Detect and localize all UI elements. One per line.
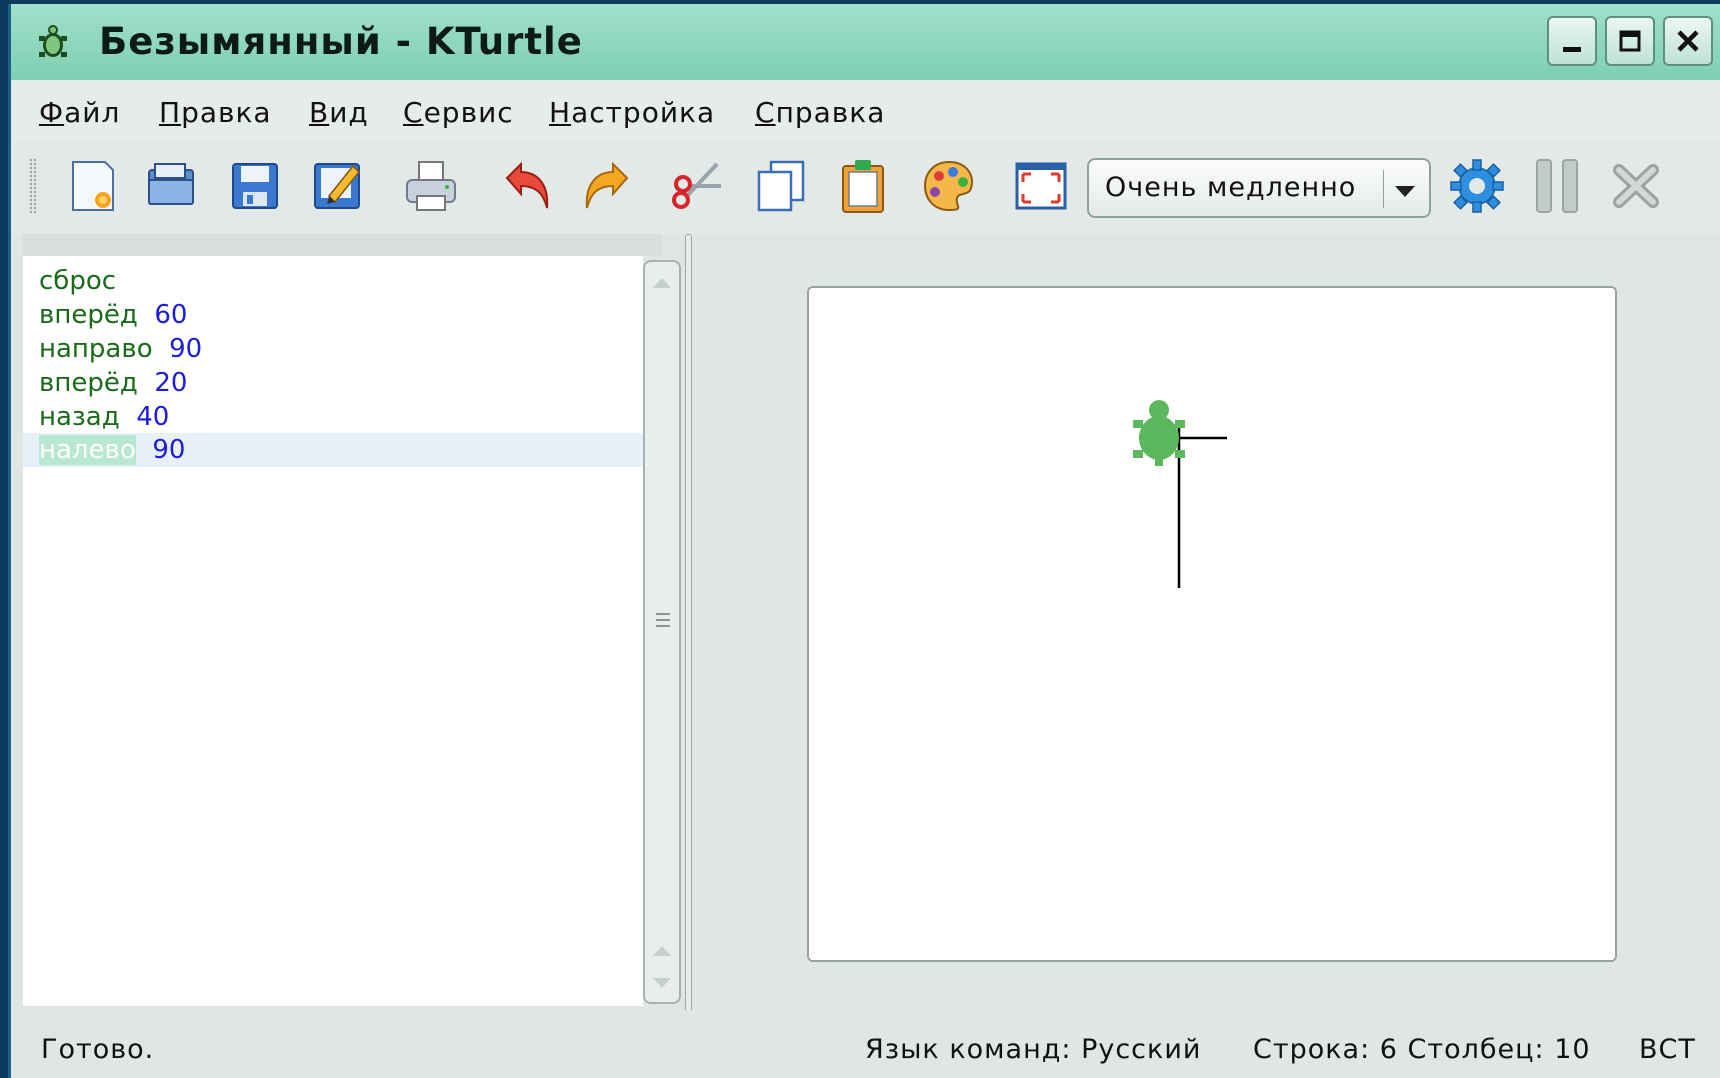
save-as-icon[interactable] xyxy=(307,156,367,216)
code-argument: 40 xyxy=(136,402,170,432)
status-bar: Готово. Язык команд: Русский Строка: 6 С… xyxy=(11,1010,1720,1078)
scroll-grip-icon[interactable] xyxy=(654,610,672,630)
code-line-current: налево 90 xyxy=(39,433,185,467)
pane-splitter[interactable] xyxy=(681,234,693,1012)
app-frame: Безымянный - KTurtle Файл Правка Вид Сер… xyxy=(8,4,1720,1078)
code-command: назад xyxy=(39,402,120,432)
code-argument: 60 xyxy=(154,300,188,330)
copy-icon[interactable] xyxy=(751,156,811,216)
window-title: Безымянный - KTurtle xyxy=(99,20,583,63)
code-line: вперёд 60 xyxy=(39,298,187,332)
speed-select-separator xyxy=(1383,170,1384,208)
open-file-icon[interactable] xyxy=(141,156,201,216)
speed-select-value: Очень медленно xyxy=(1105,172,1357,203)
toolbar: Очень медленно xyxy=(11,142,1720,234)
code-command: направо xyxy=(39,334,153,364)
close-icon xyxy=(1677,30,1699,52)
scroll-down-icon[interactable] xyxy=(649,970,675,996)
menu-tools[interactable]: Сервис xyxy=(403,96,514,129)
code-argument: 90 xyxy=(152,435,186,465)
code-command: сброс xyxy=(39,266,117,296)
cut-icon[interactable] xyxy=(667,156,727,216)
menu-help[interactable]: Справка xyxy=(755,96,885,129)
code-line: вперёд 20 xyxy=(39,366,187,400)
drawing-area xyxy=(1133,400,1227,588)
status-message: Готово. xyxy=(41,1034,155,1065)
code-argument: 20 xyxy=(154,368,188,398)
title-bar[interactable]: Безымянный - KTurtle xyxy=(11,4,1720,81)
paste-icon[interactable] xyxy=(833,156,893,216)
code-command: вперёд xyxy=(39,368,138,398)
fullscreen-icon[interactable] xyxy=(1011,156,1071,216)
menu-view[interactable]: Вид xyxy=(309,96,369,129)
minimize-icon xyxy=(1563,47,1581,52)
menu-edit[interactable]: Правка xyxy=(159,96,272,129)
maximize-icon xyxy=(1619,30,1641,52)
speed-select[interactable]: Очень медленно xyxy=(1087,158,1431,218)
code-command-selected: налево xyxy=(39,435,136,465)
status-insert-mode: ВСТ xyxy=(1639,1034,1696,1065)
status-language: Язык команд: Русский xyxy=(865,1034,1202,1065)
chevron-down-icon xyxy=(1395,186,1415,197)
code-line: направо 90 xyxy=(39,332,202,366)
undo-icon[interactable] xyxy=(497,156,557,216)
pause-icon[interactable] xyxy=(1527,156,1587,216)
minimize-button[interactable] xyxy=(1547,16,1597,66)
editor-scrollbar[interactable] xyxy=(643,260,681,1004)
code-command: вперёд xyxy=(39,300,138,330)
code-editor[interactable]: сброс вперёд 60 направо 90 вперёд 20 наз… xyxy=(23,256,643,1006)
menu-bar: Файл Правка Вид Сервис Настройка Справка xyxy=(11,80,1720,143)
toolbar-grip[interactable] xyxy=(29,158,37,214)
window: Безымянный - KTurtle Файл Правка Вид Сер… xyxy=(0,0,1720,1078)
code-argument: 90 xyxy=(169,334,203,364)
new-file-icon[interactable] xyxy=(63,156,123,216)
code-line: сброс xyxy=(39,264,116,298)
close-button[interactable] xyxy=(1663,16,1713,66)
scroll-up-icon[interactable] xyxy=(649,938,675,964)
color-picker-icon[interactable] xyxy=(919,156,979,216)
turtle-canvas[interactable] xyxy=(807,286,1617,962)
print-icon[interactable] xyxy=(401,156,461,216)
scroll-up-icon[interactable] xyxy=(649,270,675,296)
menu-file[interactable]: Файл xyxy=(39,96,120,129)
status-position: Строка: 6 Столбец: 10 xyxy=(1253,1034,1591,1065)
redo-icon[interactable] xyxy=(577,156,637,216)
turtle-icon xyxy=(1133,400,1185,466)
code-line: назад 40 xyxy=(39,400,169,434)
save-icon[interactable] xyxy=(225,156,285,216)
menu-settings[interactable]: Настройка xyxy=(549,96,715,129)
gear-icon[interactable] xyxy=(1447,156,1507,216)
abort-icon[interactable] xyxy=(1607,156,1667,216)
maximize-button[interactable] xyxy=(1605,16,1655,66)
turtle-app-icon xyxy=(39,25,67,57)
editor-header xyxy=(23,234,663,256)
